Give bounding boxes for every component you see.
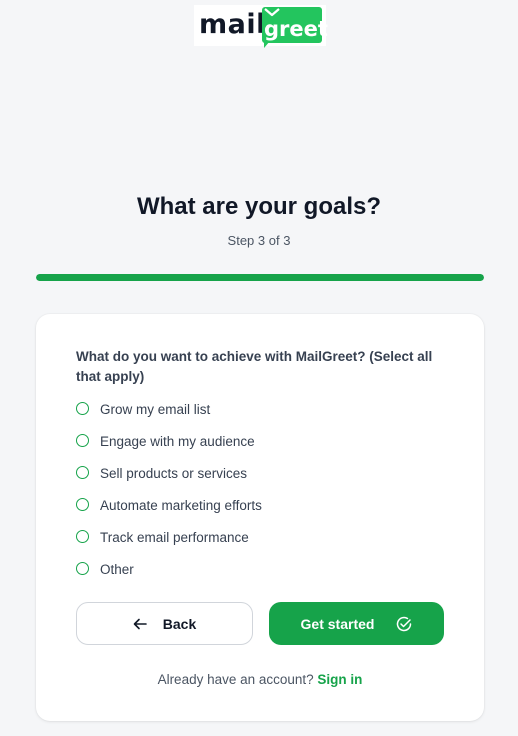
step-indicator: Step 3 of 3 [227, 233, 291, 248]
check-circle-icon [396, 616, 412, 632]
goal-option-automate-marketing[interactable]: Automate marketing efforts [76, 492, 456, 524]
goal-option-label: Other [100, 562, 134, 577]
progress-bar-fill [36, 274, 484, 281]
signin-prompt: Already have an account? Sign in [36, 672, 484, 687]
goal-option-sell-products[interactable]: Sell products or services [76, 460, 456, 492]
page-title: What are your goals? [136, 193, 382, 220]
goal-option-label: Engage with my audience [100, 434, 255, 449]
goals-options-list: Grow my email list Engage with my audien… [76, 396, 456, 588]
back-button[interactable]: Back [76, 602, 253, 645]
radio-button[interactable] [76, 498, 89, 511]
radio-button[interactable] [76, 434, 89, 447]
progress-bar [36, 274, 484, 281]
goal-option-grow-list[interactable]: Grow my email list [76, 396, 456, 428]
goals-question: What do you want to achieve with MailGre… [76, 349, 433, 384]
back-button-label: Back [162, 615, 197, 632]
logo-text-mail: mail [199, 9, 266, 40]
goal-option-label: Grow my email list [100, 402, 211, 417]
goal-option-label: Automate marketing efforts [100, 498, 262, 513]
logo-speech-tail [264, 41, 270, 48]
goal-option-label: Track email performance [100, 530, 249, 545]
get-started-button-label: Get started [300, 615, 375, 632]
goal-option-label: Sell products or services [100, 466, 248, 481]
goal-option-track-performance[interactable]: Track email performance [76, 524, 456, 556]
logo: mail greet [194, 5, 328, 48]
goal-option-engage-audience[interactable]: Engage with my audience [76, 428, 456, 460]
signin-prompt-text: Already have an account? [157, 672, 318, 687]
radio-button[interactable] [76, 402, 89, 415]
logo-text-greet: greet [264, 17, 328, 41]
radio-button[interactable] [76, 466, 89, 479]
goals-card: What do you want to achieve with MailGre… [36, 314, 484, 721]
goal-option-other[interactable]: Other [76, 556, 456, 588]
radio-button[interactable] [76, 562, 89, 575]
get-started-button[interactable]: Get started [269, 602, 444, 645]
radio-button[interactable] [76, 530, 89, 543]
sign-in-link[interactable]: Sign in [317, 672, 362, 687]
arrow-left-icon [133, 618, 147, 630]
